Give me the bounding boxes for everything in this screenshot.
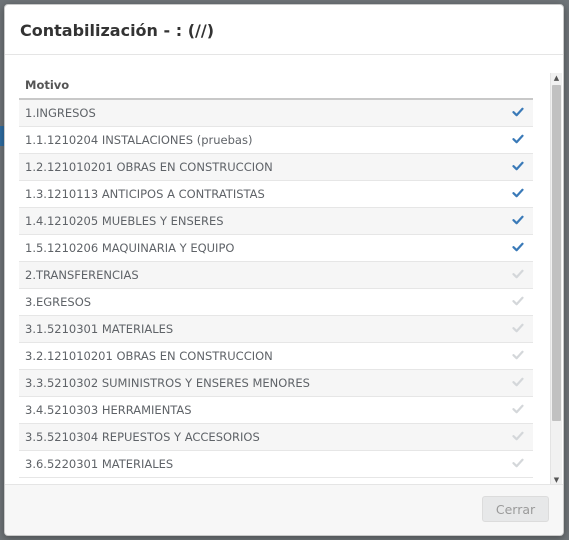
modal-header: Contabilización - : (//) (5, 5, 563, 55)
table-row[interactable]: 1.INGRESOS (19, 99, 533, 127)
motivo-cell: 1.3.1210113 ANTICIPOS A CONTRATISTAS (19, 180, 503, 208)
modal-title: Contabilización - : (//) (20, 21, 214, 40)
check-cell[interactable] (503, 396, 533, 424)
check-icon[interactable] (512, 187, 524, 199)
table-row[interactable]: 3.5.5210304 REPUESTOS Y ACCESORIOS (19, 423, 533, 451)
check-icon[interactable] (512, 160, 524, 172)
motivo-cell: 1.4.1210205 MUEBLES Y ENSERES (19, 207, 503, 235)
check-cell[interactable] (503, 99, 533, 127)
table-row[interactable]: 3.4.5210303 HERRAMIENTAS (19, 396, 533, 424)
check-cell[interactable] (503, 153, 533, 181)
contabilizacion-modal: Contabilización - : (//) Motivo 1.INGRES… (4, 4, 564, 536)
check-icon[interactable] (512, 295, 524, 307)
table-row[interactable]: 1.2.121010201 OBRAS EN CONSTRUCCION (19, 153, 533, 181)
modal-footer: Cerrar (5, 484, 563, 535)
motivo-cell: 1.1.1210204 INSTALACIONES (pruebas) (19, 126, 503, 154)
check-cell[interactable] (503, 342, 533, 370)
table-row[interactable]: 1.5.1210206 MAQUINARIA Y EQUIPO (19, 234, 533, 262)
motivo-cell: 1.2.121010201 OBRAS EN CONSTRUCCION (19, 153, 503, 181)
motivo-cell: 1.5.1210206 MAQUINARIA Y EQUIPO (19, 234, 503, 262)
motivo-cell: 3.6.5220301 MATERIALES (19, 450, 503, 478)
motivo-cell: 3.4.5210303 HERRAMIENTAS (19, 396, 503, 424)
table-body: 1.INGRESOS 1.1.1210204 INSTALACIONES (pru… (19, 99, 533, 478)
check-column-header (503, 71, 533, 100)
check-icon[interactable] (512, 268, 524, 280)
motivo-cell: 3.EGRESOS (19, 288, 503, 316)
vertical-scrollbar[interactable]: ▲ ▼ (550, 73, 562, 485)
motivo-cell: 3.3.5210302 SUMINISTROS Y ENSERES MENORE… (19, 369, 503, 397)
check-cell[interactable] (503, 369, 533, 397)
check-cell[interactable] (503, 207, 533, 235)
check-cell[interactable] (503, 261, 533, 289)
table-row[interactable]: 3.2.121010201 OBRAS EN CONSTRUCCION (19, 342, 533, 370)
check-cell[interactable] (503, 450, 533, 478)
motivo-table: Motivo 1.INGRESOS 1.1.1210204 INSTALACION… (19, 71, 533, 478)
table-row[interactable]: 1.3.1210113 ANTICIPOS A CONTRATISTAS (19, 180, 533, 208)
check-cell[interactable] (503, 288, 533, 316)
check-cell[interactable] (503, 180, 533, 208)
check-cell[interactable] (503, 423, 533, 451)
table-row[interactable]: 1.1.1210204 INSTALACIONES (pruebas) (19, 126, 533, 154)
check-icon[interactable] (512, 133, 524, 145)
table-row[interactable]: 3.3.5210302 SUMINISTROS Y ENSERES MENORE… (19, 369, 533, 397)
check-icon[interactable] (512, 430, 524, 442)
table-row[interactable]: 2.TRANSFERENCIAS (19, 261, 533, 289)
check-icon[interactable] (512, 376, 524, 388)
check-icon[interactable] (512, 349, 524, 361)
close-button[interactable]: Cerrar (482, 496, 549, 522)
table-row[interactable]: 1.4.1210205 MUEBLES Y ENSERES (19, 207, 533, 235)
check-icon[interactable] (512, 457, 524, 469)
check-icon[interactable] (512, 214, 524, 226)
check-cell[interactable] (503, 315, 533, 343)
scroll-up-arrow-icon[interactable]: ▲ (551, 73, 562, 83)
motivo-cell: 2.TRANSFERENCIAS (19, 261, 503, 289)
table-row[interactable]: 3.1.5210301 MATERIALES (19, 315, 533, 343)
table-header-row: Motivo (19, 71, 533, 100)
table-row[interactable]: 3.EGRESOS (19, 288, 533, 316)
check-cell[interactable] (503, 234, 533, 262)
check-icon[interactable] (512, 241, 524, 253)
modal-body: Motivo 1.INGRESOS 1.1.1210204 INSTALACION… (5, 55, 563, 485)
table-row[interactable]: 3.6.5220301 MATERIALES (19, 450, 533, 478)
check-icon[interactable] (512, 322, 524, 334)
check-icon[interactable] (512, 403, 524, 415)
check-cell[interactable] (503, 126, 533, 154)
motivo-cell: 3.1.5210301 MATERIALES (19, 315, 503, 343)
motivo-column-header: Motivo (19, 71, 503, 100)
motivo-cell: 3.5.5210304 REPUESTOS Y ACCESORIOS (19, 423, 503, 451)
motivo-cell: 1.INGRESOS (19, 99, 503, 127)
scroll-thumb[interactable] (552, 85, 561, 421)
motivo-cell: 3.2.121010201 OBRAS EN CONSTRUCCION (19, 342, 503, 370)
check-icon[interactable] (512, 106, 524, 118)
